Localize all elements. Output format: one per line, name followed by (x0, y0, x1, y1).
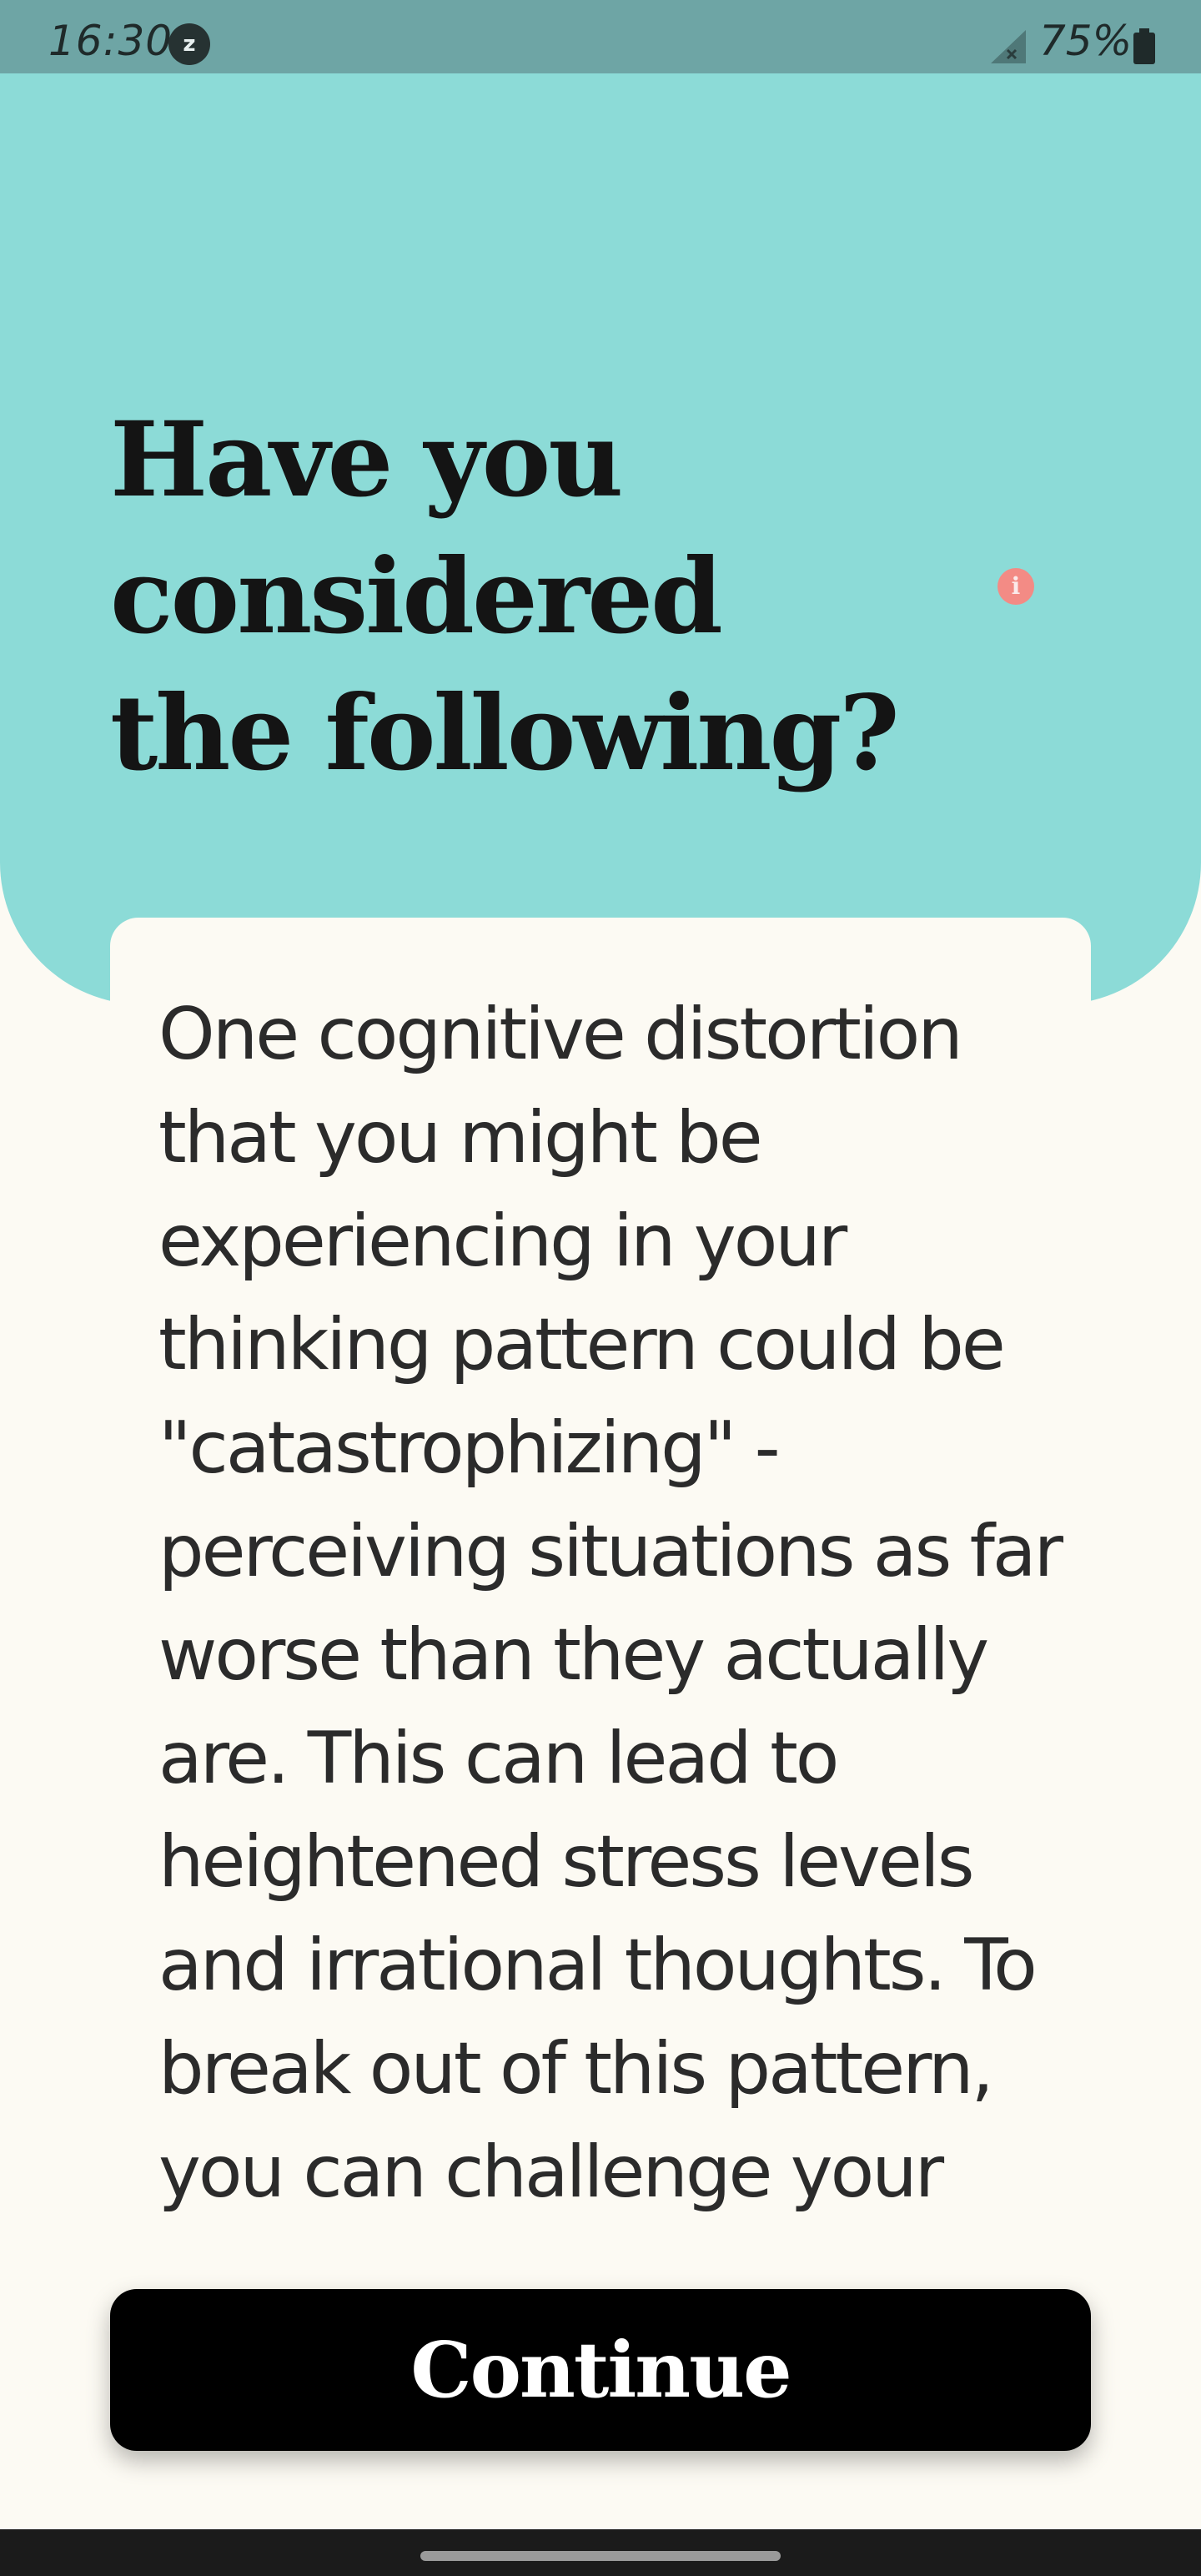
status-time: 16:30 (48, 17, 173, 65)
battery-percent: 75% (1039, 17, 1133, 65)
continue-button[interactable]: Continue (110, 2289, 1091, 2451)
battery-icon (1133, 28, 1155, 64)
status-bar: 16:30 z 75% (0, 0, 1201, 73)
body-text: One cognitive distortion that you might … (158, 993, 1063, 2214)
screen: 16:30 z 75% Have you considered the foll… (0, 0, 1201, 2576)
navigation-bar (0, 2529, 1201, 2576)
notification-icon: z (168, 23, 210, 65)
page-title: Have you considered the following? (110, 400, 900, 794)
content-card[interactable]: One cognitive distortion that you might … (110, 918, 1091, 2336)
home-handle[interactable] (420, 2551, 781, 2561)
info-icon[interactable]: i (997, 568, 1034, 605)
signal-icon (991, 30, 1026, 63)
